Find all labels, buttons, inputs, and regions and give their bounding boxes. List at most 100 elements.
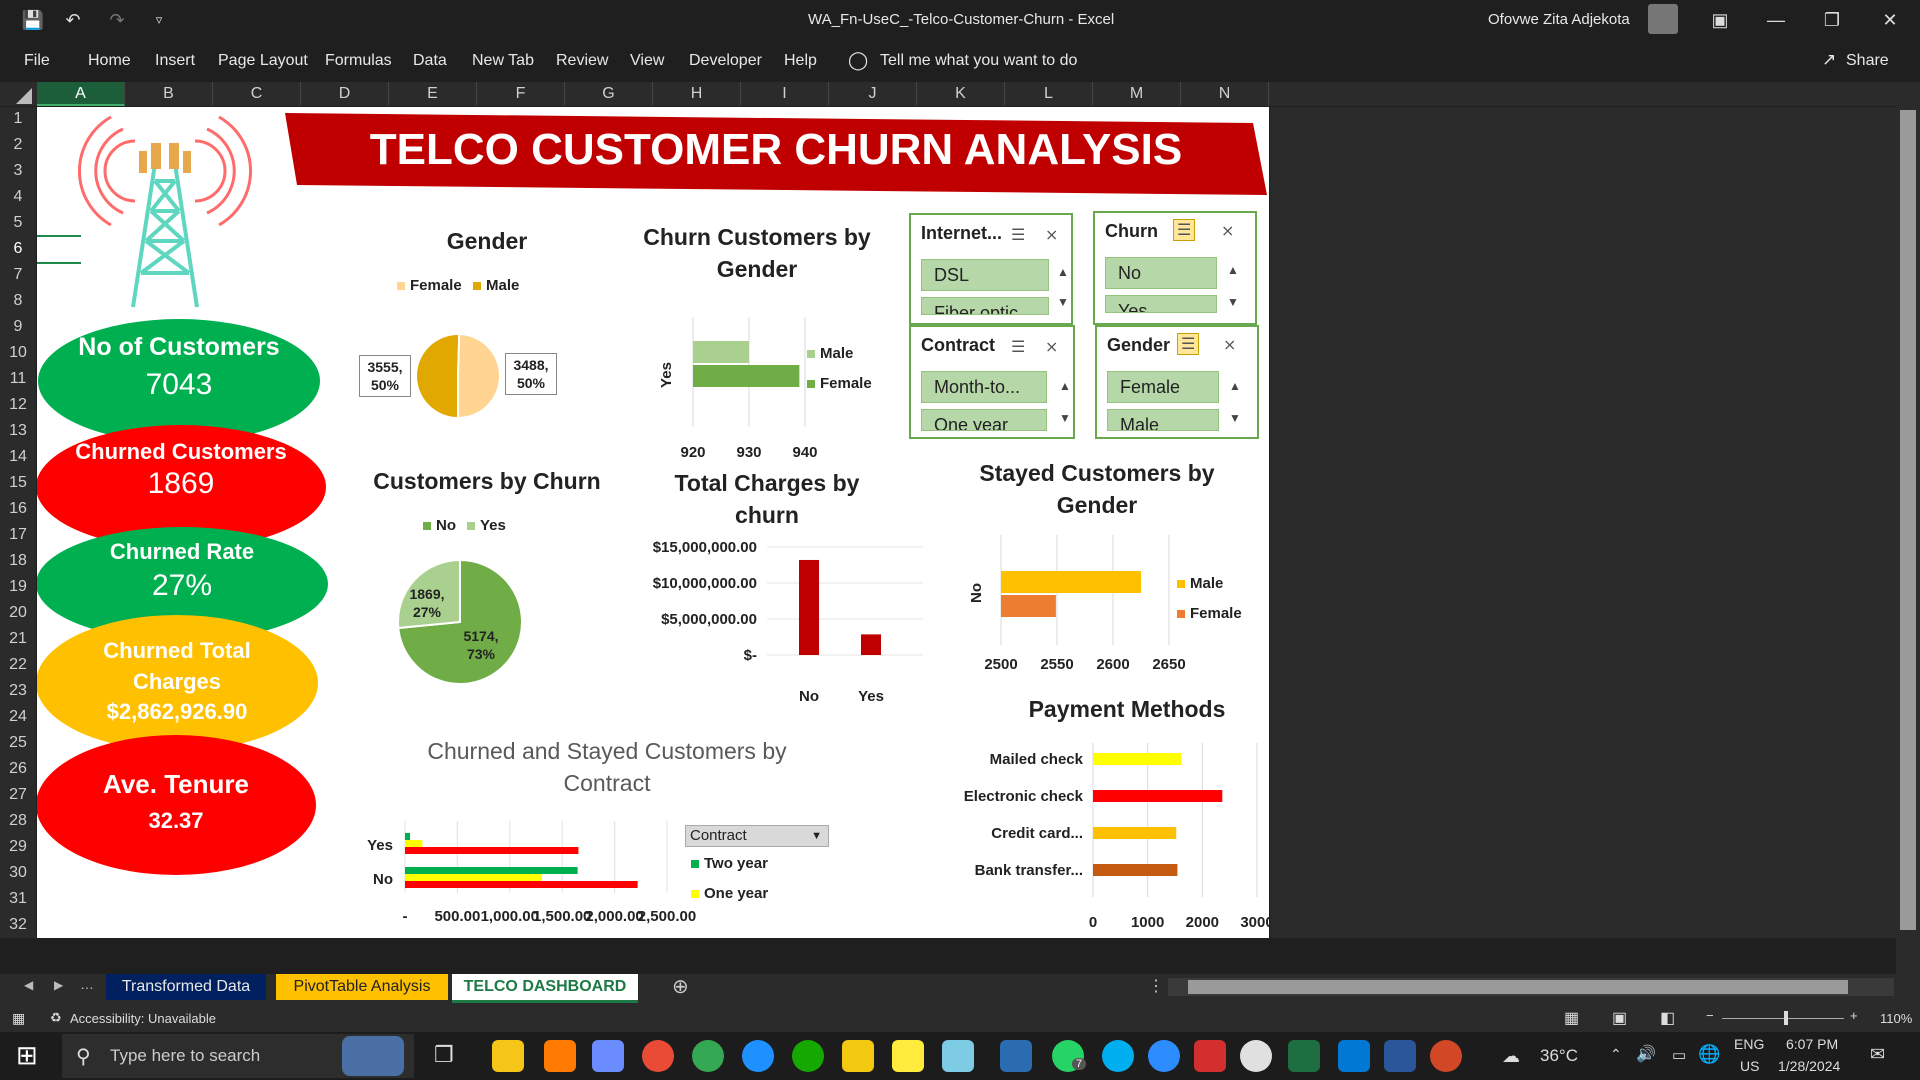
vertical-scrollbar[interactable] [1896, 82, 1920, 974]
excel-icon[interactable] [1288, 1040, 1320, 1072]
chrome-canary-icon[interactable] [642, 1040, 674, 1072]
taskbar-search[interactable]: ⚲ Type here to search [62, 1034, 414, 1078]
tray-chevron-icon[interactable]: ⌃ [1610, 1046, 1622, 1063]
sheet-tab-pivot[interactable]: PivotTable Analysis [276, 974, 448, 1000]
row-header[interactable]: 24 [0, 708, 36, 726]
tab-insert[interactable]: Insert [155, 52, 195, 70]
power-bi-icon[interactable] [842, 1040, 874, 1072]
tab-developer[interactable]: Developer [689, 52, 762, 70]
row-header[interactable]: 29 [0, 838, 36, 856]
tell-me-search[interactable]: Tell me what you want to do [880, 52, 1077, 70]
next-sheet-icon[interactable]: ▶ [54, 978, 63, 992]
sheet-tab-dashboard[interactable]: TELCO DASHBOARD [452, 974, 638, 1003]
sheet-tab-transformed[interactable]: Transformed Data [106, 974, 266, 1000]
tab-review[interactable]: Review [556, 52, 608, 70]
tab-file[interactable]: File [24, 52, 50, 70]
row-header[interactable]: 4 [0, 188, 36, 206]
col-header[interactable]: H [653, 82, 741, 106]
scroll-down-icon[interactable]: ▼ [1227, 295, 1239, 309]
stayed-by-gender-chart[interactable]: 2500 2550 2600 2650 No [927, 525, 1187, 705]
normal-view-icon[interactable]: ▦ [1564, 1008, 1579, 1028]
multi-select-icon[interactable]: ☰ [1173, 219, 1196, 241]
word-icon[interactable] [1384, 1040, 1416, 1072]
task-view-icon[interactable]: ❒ [434, 1042, 454, 1068]
col-header[interactable]: N [1181, 82, 1269, 106]
row-header[interactable]: 22 [0, 656, 36, 674]
row-header[interactable]: 7 [0, 266, 36, 284]
scroll-up-icon[interactable]: ▲ [1227, 263, 1239, 277]
slicer-item[interactable]: Female [1107, 371, 1219, 403]
multi-select-icon[interactable]: ☰ [1011, 337, 1025, 357]
tab-data[interactable]: Data [413, 52, 447, 70]
volume-icon[interactable]: 🔊 [1636, 1044, 1656, 1064]
customers-by-churn-pie[interactable] [395, 557, 525, 687]
azure-icon[interactable] [1000, 1040, 1032, 1072]
scroll-up-icon[interactable]: ▲ [1229, 379, 1241, 393]
horizontal-scrollbar[interactable] [1168, 978, 1894, 996]
app-icon[interactable] [942, 1040, 974, 1072]
tab-home[interactable]: Home [88, 52, 131, 70]
slicer-churn[interactable]: Churn ☰ ⨯ No Yes ▲ ▼ [1093, 211, 1257, 325]
scroll-up-icon[interactable]: ▲ [1059, 379, 1071, 393]
contract-field-dropdown[interactable]: Contract ▼ [685, 825, 829, 847]
row-header[interactable]: 23 [0, 682, 36, 700]
row-header[interactable]: 17 [0, 526, 36, 544]
undo-icon[interactable]: ↶ [60, 8, 86, 32]
slicer-item[interactable]: Yes [1105, 295, 1217, 313]
slicer-item[interactable]: One year [921, 409, 1047, 431]
row-header[interactable]: 25 [0, 734, 36, 752]
col-header[interactable]: E [389, 82, 477, 106]
row-header[interactable]: 10 [0, 344, 36, 362]
row-header[interactable]: 28 [0, 812, 36, 830]
payment-methods-chart[interactable]: 0 1000 2000 3000 Mailed check Electronic chec… [917, 737, 1269, 927]
row-header[interactable]: 13 [0, 422, 36, 440]
lang-secondary[interactable]: US [1740, 1058, 1759, 1074]
row-header[interactable]: 20 [0, 604, 36, 622]
slicer-item[interactable]: Fiber optic [921, 297, 1049, 315]
col-header[interactable]: L [1005, 82, 1093, 106]
prev-sheet-icon[interactable]: ◀ [24, 978, 33, 992]
network-icon[interactable]: 🌐 [1698, 1044, 1720, 1065]
acrobat-icon[interactable] [1194, 1040, 1226, 1072]
col-header[interactable]: M [1093, 82, 1181, 106]
col-header[interactable]: A [37, 82, 125, 106]
store-icon[interactable] [592, 1040, 624, 1072]
vlc-icon[interactable] [544, 1040, 576, 1072]
slicer-item[interactable]: No [1105, 257, 1217, 289]
chrome-icon[interactable] [692, 1040, 724, 1072]
ribbon-display-icon[interactable]: ▣ [1692, 0, 1748, 40]
slicer-item[interactable]: Month-to... [921, 371, 1047, 403]
row-header[interactable]: 8 [0, 292, 36, 310]
avatar[interactable] [1648, 4, 1678, 34]
row-header[interactable]: 19 [0, 578, 36, 596]
slicer-item[interactable]: Male [1107, 409, 1219, 431]
row-header[interactable]: 1 [0, 110, 36, 128]
more-sheets-icon[interactable]: … [80, 976, 94, 992]
page-layout-view-icon[interactable]: ▣ [1612, 1008, 1627, 1028]
file-explorer-icon[interactable] [492, 1040, 524, 1072]
row-header[interactable]: 5 [0, 214, 36, 232]
clear-filter-icon[interactable]: ⨯ [1223, 335, 1236, 355]
multi-select-icon[interactable]: ☰ [1177, 333, 1200, 355]
empty-grid-area[interactable] [1270, 107, 1896, 938]
h-scroll-thumb[interactable] [1188, 980, 1848, 994]
restore-icon[interactable]: ❐ [1804, 0, 1860, 40]
split-handle-icon[interactable]: ⋮ [1148, 976, 1164, 996]
close-icon[interactable]: ✕ [1862, 0, 1918, 40]
clock-icon[interactable] [1240, 1040, 1272, 1072]
clear-filter-icon[interactable]: ⨯ [1221, 221, 1234, 241]
scroll-down-icon[interactable]: ▼ [1229, 411, 1241, 425]
row-header[interactable]: 3 [0, 162, 36, 180]
add-sheet-icon[interactable]: ⊕ [672, 974, 689, 999]
row-header[interactable]: 32 [0, 916, 36, 934]
tab-help[interactable]: Help [784, 52, 817, 70]
row-header[interactable]: 30 [0, 864, 36, 882]
row-header[interactable]: 27 [0, 786, 36, 804]
share-button[interactable]: Share [1846, 52, 1889, 70]
user-name[interactable]: Ofovwe Zita Adjekota [1488, 11, 1630, 28]
zoom-slider[interactable] [1722, 1018, 1844, 1019]
slicer-contract[interactable]: Contract ☰ ⨯ Month-to... One year ▲ ▼ [909, 325, 1075, 439]
clock-time[interactable]: 6:07 PM [1786, 1036, 1838, 1052]
col-header[interactable]: C [213, 82, 301, 106]
zoom-slider-thumb[interactable] [1784, 1011, 1788, 1025]
